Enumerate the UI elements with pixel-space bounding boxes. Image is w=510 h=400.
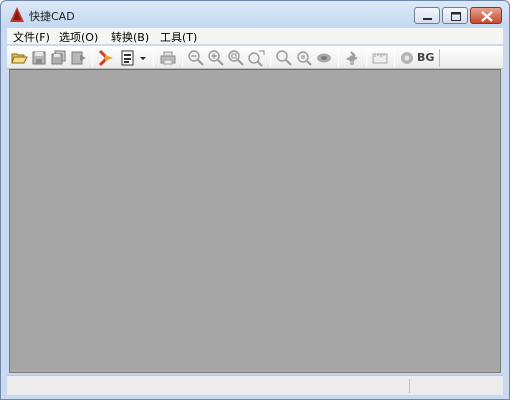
- toolbar: BG: [7, 45, 503, 69]
- minimize-icon: [423, 18, 432, 20]
- status-bar: [7, 375, 503, 395]
- zoom-previous-icon: [297, 51, 312, 66]
- zoom-out-button[interactable]: [187, 49, 205, 67]
- close-button[interactable]: [470, 7, 502, 24]
- toolbar-separator: [153, 49, 154, 67]
- toolbar-separator: [92, 49, 93, 67]
- zoom-realtime-icon: [276, 50, 292, 66]
- window-title: 快捷CAD: [29, 10, 75, 23]
- settings-button[interactable]: [398, 49, 416, 67]
- zoom-previous-button[interactable]: [295, 49, 313, 67]
- minimize-button[interactable]: [414, 7, 440, 24]
- print-preview-icon: [121, 50, 134, 66]
- zoom-in-button[interactable]: [207, 49, 225, 67]
- export-icon: [71, 51, 86, 65]
- menu-tools[interactable]: 工具(T): [160, 29, 197, 45]
- open-button[interactable]: [10, 49, 28, 67]
- layer-icon: [346, 51, 358, 65]
- zoom-out-icon: [188, 50, 204, 66]
- toolbar-separator: [394, 49, 395, 67]
- toolbar-separator: [366, 49, 367, 67]
- zoom-window-icon: [228, 50, 244, 66]
- zoom-realtime-button[interactable]: [275, 49, 293, 67]
- toolbar-separator: [270, 49, 271, 67]
- cad-logo-icon: [98, 49, 113, 67]
- zoom-window-button[interactable]: [227, 49, 245, 67]
- export-button[interactable]: [70, 49, 88, 67]
- measure-icon: [372, 53, 388, 64]
- status-separator: [409, 379, 410, 393]
- print-icon: [160, 51, 176, 65]
- title-bar[interactable]: 快捷CAD: [1, 1, 509, 28]
- toolbar-separator: [338, 49, 339, 67]
- toolbar-empty-area: [439, 49, 501, 67]
- layer-button[interactable]: [343, 49, 361, 67]
- zoom-extents-button[interactable]: [247, 49, 265, 67]
- dropdown-button[interactable]: [138, 49, 148, 67]
- menu-convert[interactable]: 转换(B): [111, 29, 149, 45]
- close-icon: [481, 11, 493, 22]
- dropdown-arrow-icon: [140, 57, 146, 60]
- drawing-canvas[interactable]: [9, 69, 501, 373]
- maximize-icon: [451, 12, 461, 21]
- zoom-extents-icon: [248, 50, 265, 67]
- cad-button[interactable]: [97, 49, 115, 67]
- print-preview-button[interactable]: [119, 49, 137, 67]
- menu-bar: 文件(F) 选项(O) 转换(B) 工具(T): [7, 28, 503, 44]
- menu-file[interactable]: 文件(F): [13, 29, 50, 45]
- toolbar-separator: [182, 49, 183, 67]
- app-window: 快捷CAD 文件(F) 选项(O) 转换(B) 工具(T) BG: [0, 0, 510, 400]
- measure-button[interactable]: [371, 49, 389, 67]
- settings-icon: [401, 52, 413, 64]
- app-logo-icon: [10, 7, 24, 22]
- save-icon: [32, 51, 46, 65]
- print-button[interactable]: [159, 49, 177, 67]
- pan-button[interactable]: [315, 49, 333, 67]
- menu-options[interactable]: 选项(O): [59, 29, 98, 45]
- open-folder-icon: [11, 53, 28, 64]
- save-button[interactable]: [30, 49, 48, 67]
- save-all-icon: [51, 50, 66, 65]
- pan-icon: [317, 53, 331, 63]
- maximize-button[interactable]: [442, 7, 468, 24]
- save-all-button[interactable]: [50, 49, 68, 67]
- background-color-button[interactable]: BG: [417, 51, 434, 64]
- zoom-in-icon: [208, 50, 224, 66]
